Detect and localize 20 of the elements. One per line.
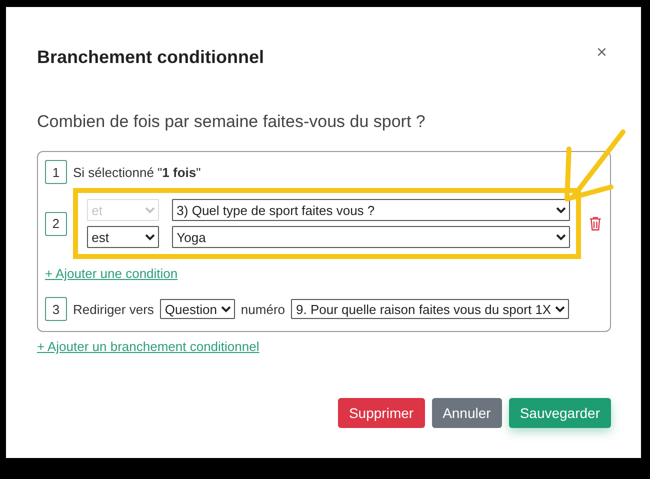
operator-select[interactable]: est <box>86 226 159 248</box>
dialog-title: Branchement conditionnel <box>37 47 264 68</box>
trash-icon[interactable] <box>589 216 602 231</box>
add-condition-link[interactable]: + Ajouter une condition <box>45 266 178 281</box>
question-text: Combien de fois par semaine faites-vous du sport ? <box>37 112 426 132</box>
step-number: 2 <box>45 212 67 236</box>
action-button[interactable]: Sauvegarder <box>508 398 611 428</box>
step-number: 3 <box>45 297 67 321</box>
step-number: 1 <box>45 160 67 184</box>
action-button[interactable]: Supprimer <box>338 398 425 428</box>
question-select[interactable]: 9. Pour quelle raison faites vous du sport 1X <box>291 299 569 319</box>
condition-text: Si sélectionné "1 fois" <box>73 164 201 180</box>
target-select[interactable]: Question <box>160 299 235 319</box>
number-label: numéro <box>240 302 285 316</box>
action-button[interactable]: Annuler <box>432 398 502 428</box>
add-branch-link[interactable]: + Ajouter un branchement conditionnel <box>37 339 260 354</box>
value-select[interactable]: 3) Quel type de sport faites vous ? <box>172 199 570 221</box>
close-button[interactable]: × <box>592 42 611 63</box>
redirect-label: Rediriger vers <box>73 302 154 316</box>
value-select[interactable]: Yoga <box>172 226 570 248</box>
